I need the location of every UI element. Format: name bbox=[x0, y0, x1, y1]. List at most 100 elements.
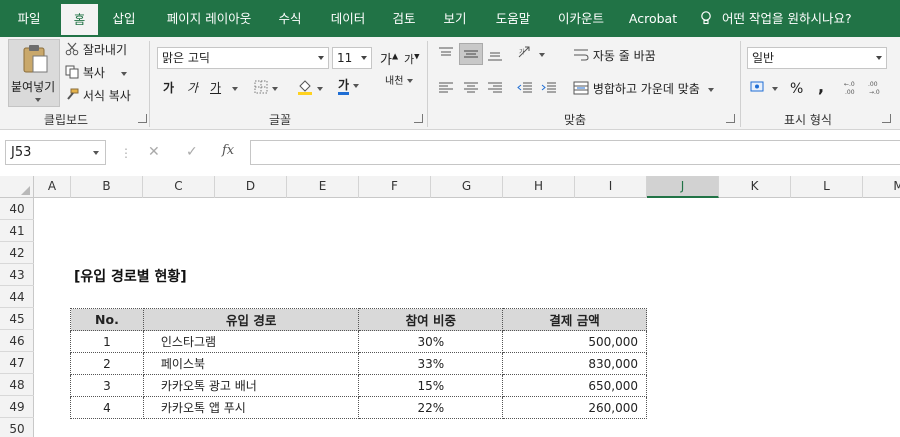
header-channel[interactable]: 유입 경로 bbox=[142, 308, 360, 331]
decrease-decimal-button[interactable]: .00 →.0 bbox=[867, 80, 885, 99]
sheet-title[interactable]: [유입 경로별 현황] bbox=[74, 266, 187, 286]
cell-channel[interactable]: 인스타그램 bbox=[142, 330, 360, 353]
header-share[interactable]: 참여 비중 bbox=[358, 308, 504, 331]
decrease-font-button[interactable]: 가▼ bbox=[404, 51, 420, 67]
number-format-combo[interactable]: 일반 bbox=[747, 47, 887, 69]
align-top-button[interactable] bbox=[438, 47, 454, 64]
column-header-h[interactable]: H bbox=[503, 176, 575, 198]
row-header-40[interactable]: 40 bbox=[0, 198, 34, 220]
row-header-48[interactable]: 48 bbox=[0, 374, 34, 396]
phonetic-button[interactable]: 내천 bbox=[385, 77, 414, 87]
cell-channel[interactable]: 페이스북 bbox=[142, 352, 360, 375]
fill-color-button[interactable] bbox=[297, 79, 323, 98]
column-header-d[interactable]: D bbox=[215, 176, 287, 198]
tab-home[interactable]: 홈 bbox=[61, 4, 98, 37]
increase-indent-button[interactable] bbox=[541, 81, 557, 98]
cell-amount[interactable]: 500,000 bbox=[502, 330, 647, 353]
column-header-j[interactable]: J bbox=[647, 176, 719, 198]
comma-style-button[interactable]: , bbox=[818, 77, 824, 96]
chevron-down-icon[interactable] bbox=[232, 87, 238, 91]
cell-amount[interactable]: 260,000 bbox=[502, 396, 647, 419]
font-launcher-icon[interactable] bbox=[414, 114, 423, 123]
cell-share[interactable]: 22% bbox=[358, 396, 504, 419]
column-header-a[interactable]: A bbox=[34, 176, 71, 198]
cancel-icon[interactable]: ✕ bbox=[148, 144, 160, 160]
column-header-k[interactable]: K bbox=[719, 176, 791, 198]
tab-acrobat[interactable]: Acrobat bbox=[624, 0, 682, 37]
tell-me-search[interactable]: 어떤 작업을 원하시나요? bbox=[700, 0, 852, 37]
column-header-c[interactable]: C bbox=[143, 176, 215, 198]
tab-page-layout[interactable]: 페이지 레이아웃 bbox=[154, 0, 264, 37]
increase-decimal-button[interactable]: ←.0.00 bbox=[843, 80, 861, 99]
align-middle-button[interactable] bbox=[459, 43, 483, 65]
font-name-combo[interactable]: 맑은 고딕 bbox=[157, 47, 329, 69]
merge-center-button[interactable]: 병합하고 가운데 맞춤 bbox=[573, 80, 714, 99]
row-header-47[interactable]: 47 bbox=[0, 352, 34, 374]
cell-no[interactable]: 4 bbox=[70, 396, 144, 419]
column-header-l[interactable]: L bbox=[791, 176, 863, 198]
tab-file[interactable]: 파일 bbox=[4, 0, 54, 37]
orientation-button[interactable]: 가 bbox=[517, 45, 545, 64]
tab-ecount[interactable]: 이카운트 bbox=[550, 0, 612, 37]
align-left-button[interactable] bbox=[438, 81, 454, 98]
format-painter-button[interactable]: 서식 복사 bbox=[65, 87, 131, 105]
percent-style-button[interactable]: % bbox=[790, 81, 803, 97]
tab-review[interactable]: 검토 bbox=[384, 0, 424, 37]
column-header-i[interactable]: I bbox=[575, 176, 647, 198]
tab-formulas[interactable]: 수식 bbox=[270, 0, 310, 37]
tab-insert[interactable]: 삽입 bbox=[105, 0, 143, 37]
cell-amount[interactable]: 830,000 bbox=[502, 352, 647, 375]
wrap-text-button[interactable]: 자동 줄 바꿈 bbox=[573, 47, 656, 66]
row-header-43[interactable]: 43 bbox=[0, 264, 34, 286]
row-header-42[interactable]: 42 bbox=[0, 242, 34, 264]
cell-amount[interactable]: 650,000 bbox=[502, 374, 647, 397]
header-no[interactable]: No. bbox=[70, 308, 144, 331]
align-right-button[interactable] bbox=[487, 81, 503, 98]
tab-help[interactable]: 도움말 bbox=[486, 0, 540, 37]
insert-function-icon[interactable]: fx bbox=[222, 143, 234, 158]
row-header-44[interactable]: 44 bbox=[0, 286, 34, 308]
column-header-f[interactable]: F bbox=[359, 176, 431, 198]
cell-share[interactable]: 15% bbox=[358, 374, 504, 397]
cell-channel[interactable]: 카카오톡 광고 배너 bbox=[142, 374, 360, 397]
cell-channel[interactable]: 카카오톡 앱 푸시 bbox=[142, 396, 360, 419]
row-header-41[interactable]: 41 bbox=[0, 220, 34, 242]
font-color-button[interactable]: 가 bbox=[338, 78, 360, 95]
row-header-50[interactable]: 50 bbox=[0, 418, 34, 437]
cut-button[interactable]: 잘라내기 bbox=[65, 41, 127, 59]
cell-share[interactable]: 30% bbox=[358, 330, 504, 353]
font-size-combo[interactable]: 11 bbox=[332, 47, 372, 69]
decrease-indent-button[interactable] bbox=[517, 81, 533, 98]
align-bottom-button[interactable] bbox=[487, 47, 503, 64]
paste-button[interactable]: 붙여넣기 bbox=[8, 39, 60, 107]
underline-button[interactable]: 가 bbox=[210, 79, 221, 96]
column-header-m[interactable]: M bbox=[863, 176, 900, 198]
alignment-launcher-icon[interactable] bbox=[726, 114, 735, 123]
column-header-b[interactable]: B bbox=[71, 176, 143, 198]
accounting-format-button[interactable] bbox=[750, 80, 778, 97]
italic-button[interactable]: 가 bbox=[187, 79, 198, 96]
header-amount[interactable]: 결제 금액 bbox=[502, 308, 647, 331]
cell-share[interactable]: 33% bbox=[358, 352, 504, 375]
column-header-g[interactable]: G bbox=[431, 176, 503, 198]
cell-no[interactable]: 2 bbox=[70, 352, 144, 375]
column-header-e[interactable]: E bbox=[287, 176, 359, 198]
row-header-46[interactable]: 46 bbox=[0, 330, 34, 352]
select-all-corner[interactable] bbox=[0, 176, 34, 198]
copy-button[interactable]: 복사 bbox=[65, 64, 127, 82]
cell-no[interactable]: 3 bbox=[70, 374, 144, 397]
row-header-49[interactable]: 49 bbox=[0, 396, 34, 418]
row-header-45[interactable]: 45 bbox=[0, 308, 34, 330]
clipboard-launcher-icon[interactable] bbox=[138, 114, 147, 123]
name-box[interactable]: J53 bbox=[5, 140, 106, 165]
tab-view[interactable]: 보기 bbox=[435, 0, 475, 37]
align-center-button[interactable] bbox=[463, 81, 479, 98]
cell-no[interactable]: 1 bbox=[70, 330, 144, 353]
formula-input[interactable] bbox=[250, 140, 900, 165]
number-launcher-icon[interactable] bbox=[882, 114, 891, 123]
tab-data[interactable]: 데이터 bbox=[321, 0, 375, 37]
increase-font-button[interactable]: 가▲ bbox=[380, 49, 398, 68]
enter-icon[interactable]: ✓ bbox=[186, 144, 198, 160]
borders-button[interactable] bbox=[254, 80, 278, 97]
bold-button[interactable]: 가 bbox=[163, 79, 174, 96]
